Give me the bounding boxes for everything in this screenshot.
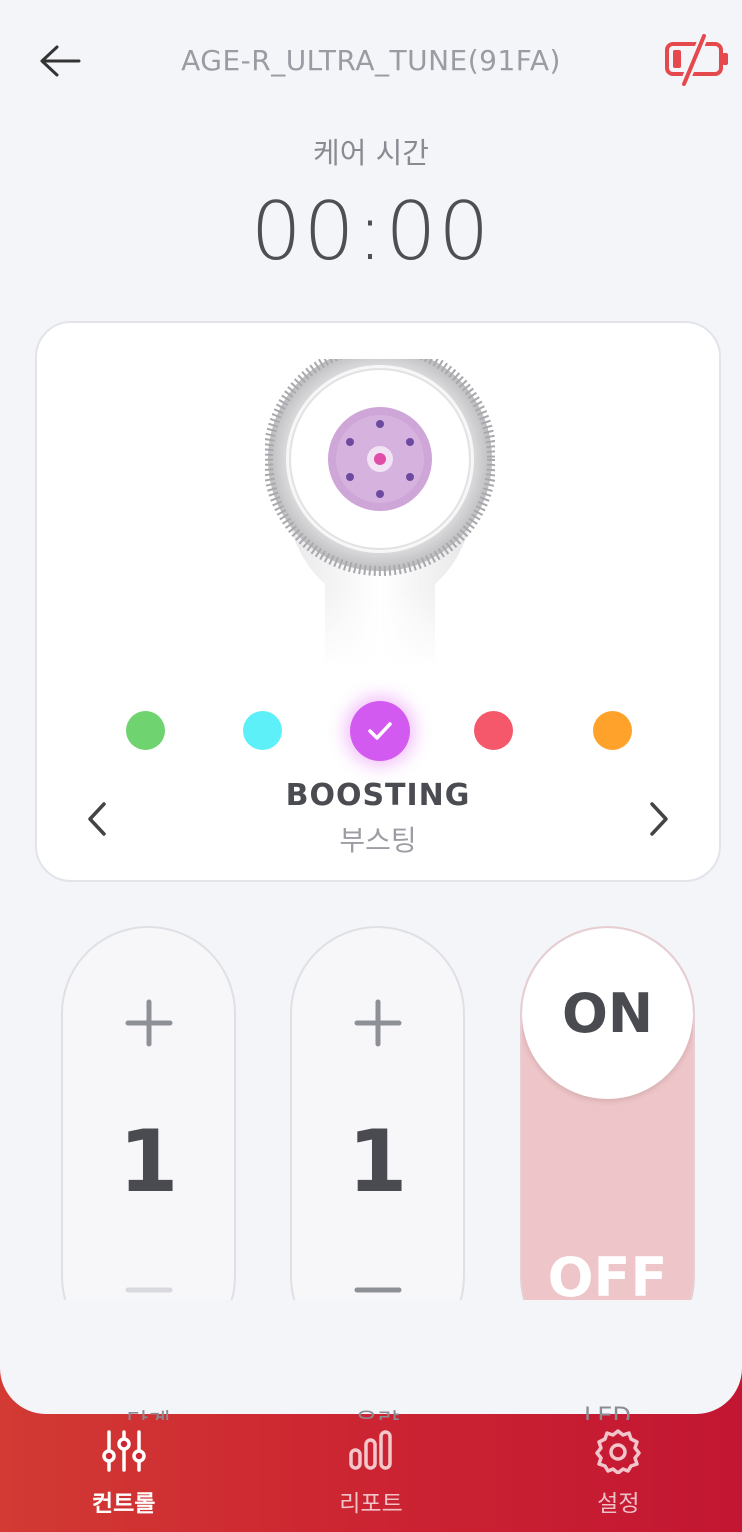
led-on-knob[interactable]: ON bbox=[522, 928, 693, 1099]
device-illustration bbox=[265, 359, 495, 669]
check-icon bbox=[368, 722, 392, 740]
mode-card: BOOSTING 부스팅 bbox=[35, 321, 721, 882]
bar-chart-icon bbox=[349, 1430, 392, 1470]
led-toggle[interactable]: ON OFF bbox=[520, 926, 695, 1364]
level-plus-button[interactable] bbox=[114, 988, 184, 1058]
level-label: 단계 bbox=[61, 1402, 236, 1420]
chevron-right-icon bbox=[650, 802, 668, 836]
content-sheet-edge bbox=[0, 1300, 742, 1414]
nav-item-report[interactable]: 리포트 bbox=[247, 1412, 494, 1532]
level-value: 1 bbox=[118, 1112, 179, 1212]
volume-plus-button[interactable] bbox=[343, 988, 413, 1058]
next-mode-button[interactable] bbox=[639, 795, 679, 843]
mode-name-ko: 부스팅 bbox=[339, 824, 417, 857]
level-control: 1 bbox=[61, 926, 236, 1364]
nav-item-settings[interactable]: 설정 bbox=[495, 1412, 742, 1532]
nav-item-control[interactable]: 컨트롤 bbox=[0, 1412, 247, 1532]
color-dot-green[interactable] bbox=[126, 711, 165, 750]
volume-value: 1 bbox=[347, 1112, 408, 1212]
nav-label-control: 컨트롤 bbox=[91, 1491, 156, 1517]
volume-control: 1 bbox=[290, 926, 465, 1364]
gear-icon bbox=[595, 1429, 642, 1474]
bottom-navigation: 컨트롤 리포트 설정 bbox=[0, 1412, 742, 1532]
color-dot-purple[interactable] bbox=[350, 701, 410, 761]
nav-label-report: 리포트 bbox=[339, 1491, 403, 1517]
volume-label: 음량 bbox=[290, 1402, 465, 1420]
color-dot-cyan[interactable] bbox=[243, 711, 282, 750]
battery-low-icon bbox=[664, 34, 734, 86]
header: AGE-R_ULTRA_TUNE(91FA) bbox=[0, 0, 742, 120]
color-dot-red[interactable] bbox=[474, 711, 513, 750]
timer-label: 케어 시간 bbox=[313, 136, 429, 170]
color-dot-orange[interactable] bbox=[593, 711, 632, 750]
control-labels: 단계 음량 LED bbox=[0, 1400, 742, 1420]
color-selector bbox=[37, 697, 719, 763]
led-label: LED bbox=[583, 1402, 631, 1420]
sliders-icon bbox=[101, 1430, 146, 1472]
nav-label-settings: 설정 bbox=[597, 1491, 640, 1517]
timer-value: 00:00 bbox=[250, 185, 492, 278]
device-title: AGE-R_ULTRA_TUNE(91FA) bbox=[181, 44, 561, 77]
mode-name: BOOSTING bbox=[285, 778, 471, 813]
